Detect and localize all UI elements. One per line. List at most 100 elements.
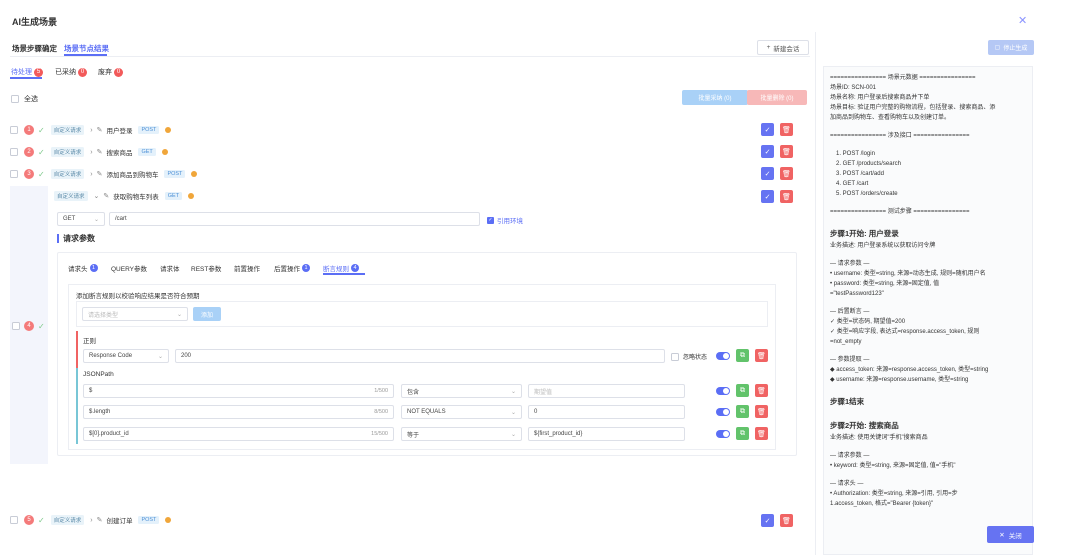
type-select-placeholder: 请选择类型 (88, 312, 119, 319)
count-badge: 0 (78, 67, 87, 77)
delete-button[interactable]: 🗑 (780, 190, 793, 203)
chevron-right-icon[interactable]: › (90, 171, 92, 178)
step-row[interactable]: 1 ✓ 自定义请求 › ✎ 用户登录 POST (10, 122, 800, 138)
chevron-down-icon: ⌄ (510, 388, 516, 395)
edit-icon[interactable]: ✎ (97, 148, 103, 156)
stop-generate-button[interactable]: ▢ 停止生成 (988, 40, 1034, 55)
response-code-select[interactable]: Response Code ⌄ (83, 349, 169, 363)
adopt-button[interactable]: ✓ (761, 167, 774, 180)
enable-toggle[interactable] (716, 352, 730, 360)
ignore-status[interactable]: 忽略状态 (671, 352, 707, 361)
log-line: ◆ access_token: 来源=response.access_token… (830, 367, 989, 373)
subtab-label: 请求体 (160, 266, 180, 273)
chevron-right-icon[interactable]: › (90, 127, 92, 134)
status-tab-discarded[interactable]: 废弃 0 (98, 67, 123, 77)
delete-button[interactable]: 🗑 (755, 405, 768, 418)
adopt-button[interactable]: ✓ (761, 145, 774, 158)
url-input[interactable]: /cart (109, 212, 480, 226)
edit-icon[interactable]: ✎ (97, 170, 103, 178)
bulk-adopt-button[interactable]: 批量采纳 (0) (682, 90, 748, 105)
select-all-checkbox[interactable] (11, 95, 19, 103)
close-button[interactable]: ✕ 关闭 (987, 526, 1034, 543)
subtab-rest[interactable]: REST参数 (191, 263, 221, 273)
jsonpath-input[interactable]: $ 1/500 (83, 384, 394, 398)
operator-select[interactable]: NOT EQUALS ⌄ (401, 405, 522, 419)
delete-button[interactable]: 🗑 (755, 384, 768, 397)
enable-toggle[interactable] (716, 387, 730, 395)
tab-confirm[interactable]: 场景步骤确定 (12, 43, 57, 54)
new-session-button[interactable]: + 新建会话 (757, 40, 809, 55)
log-line: 3. POST /cart/add (836, 171, 884, 177)
adopt-button[interactable]: ✓ (761, 123, 774, 136)
delete-button[interactable]: 🗑 (780, 514, 793, 527)
subtab-query[interactable]: QUERY参数 (111, 263, 147, 273)
warning-icon (188, 193, 195, 199)
step-checkbox[interactable] (10, 148, 18, 156)
log-line: ================ 涉及接口 ================ (830, 133, 970, 139)
delete-button[interactable]: 🗑 (780, 123, 793, 136)
jsonpath-input[interactable]: $[0].product_id 15/500 (83, 427, 394, 441)
delete-button[interactable]: 🗑 (755, 427, 768, 440)
status-tab-pending[interactable]: 待处理 5 (11, 67, 43, 77)
chevron-right-icon[interactable]: › (90, 149, 92, 156)
method-select[interactable]: GET ⌄ (57, 212, 105, 226)
select-all[interactable]: 全选 (11, 94, 38, 104)
step-tag: 自定义请求 (50, 147, 85, 157)
status-tab-adopted[interactable]: 已采纳 0 (55, 67, 87, 77)
type-select[interactable]: 请选择类型 ⌄ (82, 307, 188, 321)
log-line: 场景名称: 用户登录后搜索商品并下单 (830, 95, 930, 101)
chevron-down-icon: ⌄ (157, 353, 163, 360)
expected-input[interactable]: ${first_product_id} (528, 427, 685, 441)
warning-icon (161, 149, 168, 155)
delete-button[interactable]: 🗑 (780, 167, 793, 180)
subtab-body[interactable]: 请求体 (160, 263, 180, 273)
tab-result[interactable]: 场景节点结果 (64, 43, 109, 54)
step-row-expanded[interactable]: 自定义请求 ⌄ ✎ 获取购物车列表 GET (54, 188, 794, 204)
status-tab-label: 废弃 (98, 69, 112, 76)
response-code-input[interactable]: 200 (175, 349, 665, 363)
step-row[interactable]: 3 ✓ 自定义请求 › ✎ 添加商品到购物车 POST (10, 166, 800, 182)
add-assertion-button[interactable]: 添加 (193, 307, 221, 321)
edit-icon[interactable]: ✎ (97, 126, 103, 134)
subtab-post[interactable]: 后置操作 1 (274, 263, 310, 273)
enable-toggle[interactable] (716, 408, 730, 416)
chevron-right-icon[interactable]: › (90, 517, 92, 524)
step-row[interactable]: 5 ✓ 自定义请求 › ✎ 创建订单 POST (10, 512, 800, 528)
step-checkbox[interactable] (10, 126, 18, 134)
subtab-pre[interactable]: 前置操作 (234, 263, 260, 273)
subtab-assert[interactable]: 断言规则 4 (323, 263, 359, 273)
adopt-button[interactable]: ✓ (761, 514, 774, 527)
edit-icon[interactable]: ✎ (97, 516, 103, 524)
expected-input[interactable]: 期望值 (528, 384, 685, 398)
log-line: 1.access_token, 格式="Bearer {token}" (830, 501, 934, 507)
operator-select[interactable]: 等于 ⌄ (401, 427, 522, 441)
delete-button[interactable]: 🗑 (755, 349, 768, 362)
enable-toggle[interactable] (716, 430, 730, 438)
params-title: 请求参数 (57, 234, 95, 243)
log-line: 4. GET /cart (836, 181, 869, 187)
close-icon[interactable]: ✕ (1018, 14, 1027, 27)
adopt-button[interactable]: ✓ (761, 190, 774, 203)
expected-input[interactable]: 0 (528, 405, 685, 419)
copy-button[interactable]: ⧉ (736, 405, 749, 418)
delete-button[interactable]: 🗑 (780, 145, 793, 158)
checkbox-checked-icon[interactable]: ✓ (487, 216, 494, 224)
step-checkbox[interactable] (10, 170, 18, 178)
copy-button[interactable]: ⧉ (736, 427, 749, 440)
ignore-status-checkbox[interactable] (671, 352, 679, 361)
close-icon: ✕ (999, 531, 1005, 539)
subtab-headers[interactable]: 请求头 1 (68, 263, 98, 273)
new-session-label: 新建会话 (773, 45, 800, 53)
chevron-down-icon: ⌄ (510, 431, 516, 438)
step-checkbox[interactable] (12, 322, 20, 330)
chevron-down-icon[interactable]: ⌄ (94, 192, 100, 200)
jsonpath-input[interactable]: $.length 8/500 (83, 405, 394, 419)
step-row[interactable]: 2 ✓ 自定义请求 › ✎ 搜索商品 GET (10, 144, 800, 160)
use-env-toggle[interactable]: ✓ 引用环境 (487, 215, 523, 225)
edit-icon[interactable]: ✎ (103, 192, 109, 200)
copy-button[interactable]: ⧉ (736, 349, 749, 362)
copy-button[interactable]: ⧉ (736, 384, 749, 397)
step-checkbox[interactable] (10, 516, 18, 524)
bulk-delete-button[interactable]: 批量删除 (0) (747, 90, 807, 105)
operator-select[interactable]: 包含 ⌄ (401, 384, 522, 398)
